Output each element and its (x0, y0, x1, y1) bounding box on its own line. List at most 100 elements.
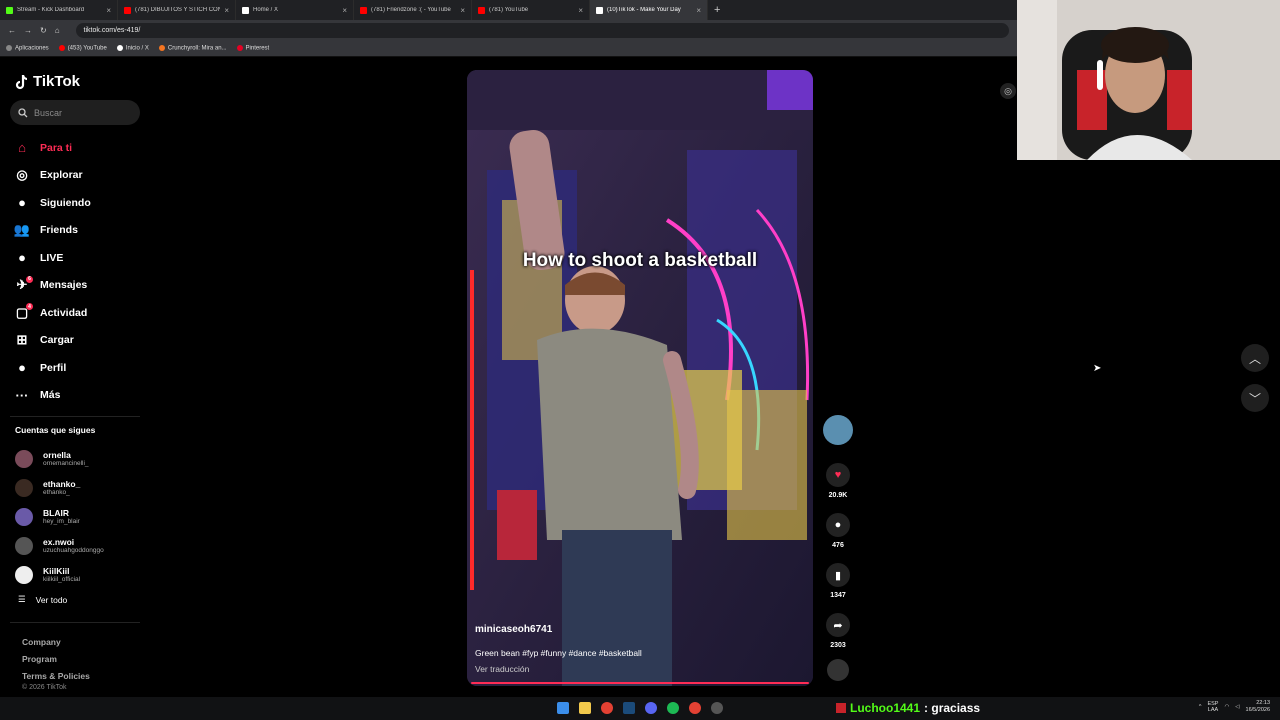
url-field[interactable]: tiktok.com/es-419/ (75, 23, 1009, 38)
tab-title: (781) DIBUJITOS Y STICH CONT (135, 7, 221, 13)
sidebar-item-mensajes[interactable]: ✈ 6 Mensajes (14, 272, 154, 300)
live-icon: ● (18, 250, 26, 266)
tiktok-logo[interactable]: TikTok (15, 73, 80, 90)
sidebar-nav: ⌂ Para ti ◎ Explorar ● Siguiendo 👥 Friends ● LIVE… (14, 134, 154, 409)
sidebar-item-siguiendo[interactable]: ● Siguiendo (14, 189, 154, 217)
address-bar: ← → ↻ ⌂ tiktok.com/es-419/ (0, 20, 1017, 41)
footer-link[interactable]: Company (22, 634, 90, 651)
steam-icon[interactable] (623, 702, 635, 714)
compass-icon[interactable]: ◎ (1000, 83, 1016, 99)
browser-tab-bar: Stream - Kick Dashboard × (781) DIBUJITOS … (0, 0, 1017, 20)
following-item[interactable]: ex.nwoi uzuchuahgoddonggo (15, 531, 155, 560)
save-button[interactable]: ▮ (826, 563, 850, 587)
sidebar-item-parati[interactable]: ⌂ Para ti (14, 134, 154, 162)
previous-video-button[interactable]: ︿ (1241, 344, 1269, 372)
see-all-button[interactable]: ☰ Ver todo (18, 594, 67, 605)
footer-link[interactable]: Program (22, 651, 90, 668)
video-username[interactable]: minicaseoh6741 (475, 624, 552, 635)
share-button[interactable]: ➦ (826, 613, 850, 637)
bookmark-label: Crunchyroll: Mira an... (167, 45, 227, 52)
sidebar-item-ms[interactable]: ··· Más (14, 382, 154, 410)
settings-icon[interactable] (711, 702, 723, 714)
bookmark-item[interactable]: (453) YouTube (58, 45, 107, 52)
close-icon[interactable]: × (224, 6, 229, 15)
following-item[interactable]: KiilKiil kiilkiil_official (15, 560, 155, 589)
comment-button[interactable]: ● (826, 513, 850, 537)
chevron-down-icon: ﹀ (1248, 391, 1261, 406)
video-player[interactable]: How to shoot a basketball minicaseoh6741… (467, 70, 813, 686)
close-icon[interactable]: × (578, 6, 583, 15)
browser-tab[interactable]: (781) DIBUJITOS Y STICH CONT × (118, 0, 236, 20)
sidebar-item-explorar[interactable]: ◎ Explorar (14, 162, 154, 190)
chevron-up-icon: ︿ (1248, 351, 1261, 366)
close-icon[interactable]: × (106, 6, 111, 15)
like-button[interactable]: ♥ (826, 463, 850, 487)
following-avatar-icon: ● (18, 195, 26, 211)
chrome-icon[interactable] (601, 702, 613, 714)
creator-avatar[interactable] (823, 415, 853, 445)
chrome-icon[interactable] (689, 702, 701, 714)
browser-tab[interactable]: Home / X × (236, 0, 354, 20)
following-item[interactable]: ethanko_ ethanko_ (15, 473, 155, 502)
tray-chevron-icon[interactable]: ^ (1199, 704, 1202, 710)
following-name: ornella (43, 449, 71, 460)
wifi-icon[interactable]: ◠ (1224, 704, 1229, 710)
sidebar-item-perfil[interactable]: ● Perfil (14, 354, 154, 382)
spotify-icon[interactable] (667, 702, 679, 714)
following-item[interactable]: BLAIR hey_im_blair (15, 502, 155, 531)
home-icon[interactable]: ⌂ (55, 26, 60, 35)
new-tab-button[interactable]: + (714, 4, 720, 16)
following-handle: uzuchuahgoddonggo (43, 546, 104, 554)
discord-icon[interactable] (645, 702, 657, 714)
sidebar-item-label: LIVE (40, 251, 64, 264)
reload-icon[interactable]: ↻ (40, 26, 47, 35)
tab-title: Stream - Kick Dashboard (17, 7, 85, 13)
close-icon[interactable]: × (460, 6, 465, 15)
search-input[interactable]: Buscar (10, 100, 140, 125)
bookmark-item[interactable]: Inicio / X (116, 45, 149, 52)
next-video-button[interactable]: ﹀ (1241, 384, 1269, 412)
video-progress-bar[interactable] (471, 682, 809, 684)
bookmark-favicon-icon (6, 45, 12, 52)
sidebar-item-label: Para ti (40, 141, 73, 154)
translate-link[interactable]: Ver traducción (475, 664, 529, 674)
sidebar-item-label: Friends (40, 224, 78, 237)
following-item[interactable]: ornella ornemancinelli_ (15, 444, 155, 473)
sidebar-item-friends[interactable]: 👥 Friends (14, 217, 154, 245)
sidebar-item-live[interactable]: ● LIVE (14, 244, 154, 272)
file-explorer-icon[interactable] (579, 702, 591, 714)
language-indicator[interactable]: ESP LAA (1207, 701, 1218, 713)
system-tray: ^ ESP LAA ◠ ◁ 22:13 16/5/2026 (1199, 700, 1270, 714)
windows-start-icon[interactable] (557, 702, 569, 714)
home-icon: ⌂ (18, 140, 26, 156)
close-icon[interactable]: × (696, 6, 701, 15)
back-icon[interactable]: ← (8, 26, 16, 35)
footer-link[interactable]: Terms & Policies (22, 668, 90, 685)
close-icon[interactable]: × (342, 6, 347, 15)
sidebar-item-actividad[interactable]: ▢ 4 Actividad (14, 299, 154, 327)
sidebar-item-cargar[interactable]: ⊞ Cargar (14, 327, 154, 355)
list-icon: ☰ (18, 594, 26, 604)
bookmark-item[interactable]: Crunchyroll: Mira an... (158, 45, 227, 52)
browser-tab[interactable]: Stream - Kick Dashboard × (0, 0, 118, 20)
bookmark-item[interactable]: Aplicaciones (6, 45, 49, 52)
following-handle: ornemancinelli_ (43, 459, 89, 467)
share-count: 2303 (830, 642, 846, 649)
video-description: Green bean #fyp #funny #dance #basketbal… (475, 648, 642, 658)
forward-icon[interactable]: → (24, 26, 32, 35)
volume-icon[interactable]: ◁ (1235, 704, 1239, 710)
bookmark-label: Inicio / X (125, 45, 149, 52)
bookmark-favicon-icon (58, 45, 65, 52)
following-name: ethanko_ (43, 478, 81, 489)
browser-tab[interactable]: (10)TikTok - Make Your Day × (590, 0, 708, 20)
browser-tab[interactable]: (781) YouTube × (472, 0, 590, 20)
sidebar-item-label: Perfil (40, 361, 67, 374)
lang-bottom: LAA (1207, 707, 1219, 713)
tab-title: (781) Friendzone :( - YouTube (371, 7, 451, 13)
browser-tab[interactable]: (781) Friendzone :( - YouTube × (354, 0, 472, 20)
bookmark-item[interactable]: Pinterest (236, 45, 269, 52)
music-disc-icon[interactable] (827, 659, 849, 681)
following-handle: ethanko_ (43, 488, 70, 496)
sidebar-item-label: Cargar (40, 334, 74, 347)
clock[interactable]: 22:13 16/5/2026 (1246, 700, 1270, 714)
